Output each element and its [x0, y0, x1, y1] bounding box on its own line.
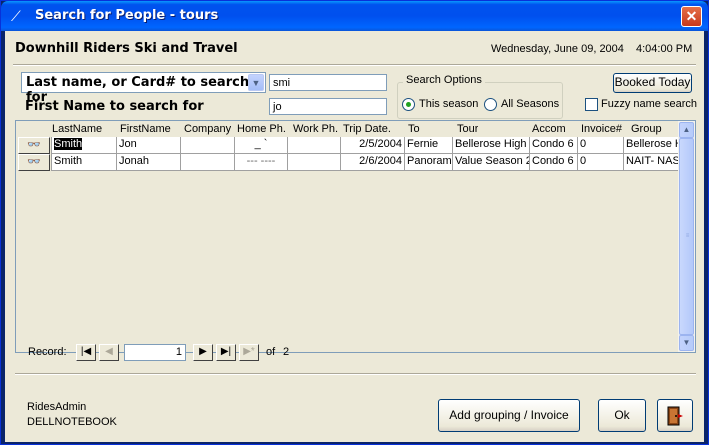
cell-tour[interactable]: Value Season 2 [453, 154, 530, 171]
header-divider [13, 64, 696, 66]
current-record-field[interactable]: 1 [124, 344, 186, 361]
col-header-home-phone[interactable]: Home Ph. [237, 123, 286, 135]
cell-tour[interactable]: Bellerose High S [453, 137, 530, 154]
record-of-label: of [266, 346, 276, 358]
fuzzy-search-label[interactable]: Fuzzy name search [601, 98, 697, 110]
col-header-group[interactable]: Group [631, 123, 662, 135]
cell-company[interactable] [181, 154, 235, 171]
glasses-icon: 👓 [27, 156, 41, 168]
exit-door-icon [667, 406, 683, 426]
col-header-work-phone[interactable]: Work Ph. [293, 123, 338, 135]
view-record-button[interactable]: 👓 [18, 154, 50, 171]
username: RidesAdmin [27, 401, 87, 413]
firstname-search-input[interactable]: jo [269, 98, 387, 115]
search-people-window: ⟋ Search for People - tours ✕ Downhill R… [0, 0, 709, 445]
all-seasons-radio[interactable] [484, 98, 497, 111]
col-header-firstname[interactable]: FirstName [120, 123, 171, 135]
col-header-company[interactable]: Company [184, 123, 231, 135]
record-label: Record: [28, 346, 67, 358]
cell-work-phone[interactable] [288, 137, 341, 154]
scroll-up-button[interactable]: ▲ [679, 122, 694, 138]
last-record-button[interactable]: ▶| [216, 344, 236, 361]
cell-home-phone[interactable]: --- ---- [235, 154, 288, 171]
vertical-scrollbar[interactable]: ▲ ≡ ▼ [678, 121, 695, 352]
company-name: Downhill Riders Ski and Travel [15, 41, 238, 56]
scroll-grip-icon: ≡ [685, 233, 690, 239]
add-grouping-invoice-button[interactable]: Add grouping / Invoice [438, 399, 580, 432]
current-date: Wednesday, June 09, 2004 [491, 43, 624, 55]
col-header-lastname[interactable]: LastName [52, 123, 102, 135]
cell-lastname[interactable]: Smith [51, 154, 117, 171]
session-info: RidesAdmin DELLNOTEBOOK [27, 400, 117, 430]
cell-work-phone[interactable] [288, 154, 341, 171]
footer-divider [15, 373, 696, 375]
fuzzy-search-checkbox[interactable] [585, 98, 598, 111]
cell-invoice[interactable]: 0 [578, 137, 624, 154]
record-total: 2 [283, 346, 290, 358]
cell-invoice[interactable]: 0 [578, 154, 624, 171]
cell-group[interactable]: Bellerose H [624, 137, 679, 154]
cell-accom[interactable]: Condo 6 [530, 154, 578, 171]
ok-button[interactable]: Ok [598, 399, 646, 432]
window-title: Search for People - tours [35, 8, 219, 23]
first-record-button[interactable]: |◀ [76, 344, 96, 361]
title-bar[interactable]: ⟋ Search for People - tours ✕ [1, 1, 708, 31]
cell-trip-date[interactable]: 2/5/2004 [341, 137, 405, 154]
next-record-icon: ▶ [199, 346, 207, 357]
new-record-button[interactable]: ▶* [239, 344, 259, 361]
col-header-tour[interactable]: Tour [457, 123, 478, 135]
results-grid: LastName FirstName Company Home Ph. Work… [15, 120, 696, 361]
this-season-label[interactable]: This season [419, 98, 478, 110]
first-record-icon: |◀ [80, 346, 92, 357]
last-record-icon: ▶| [220, 346, 232, 357]
cell-to[interactable]: Panorama [405, 154, 453, 171]
next-record-button[interactable]: ▶ [193, 344, 213, 361]
scroll-down-button[interactable]: ▼ [679, 335, 694, 351]
table-row[interactable]: 👓 Smith Jonah --- ---- 2/6/2004 Panorama… [16, 154, 679, 171]
cell-group[interactable]: NAIT- NAS [624, 154, 679, 171]
cell-accom[interactable]: Condo 6 [530, 137, 578, 154]
cell-to[interactable]: Fernie [405, 137, 453, 154]
grid-header: LastName FirstName Company Home Ph. Work… [16, 121, 679, 137]
previous-record-button[interactable]: ◀ [99, 344, 119, 361]
header-band: Downhill Riders Ski and Travel Wednesday… [15, 39, 696, 61]
view-record-button[interactable]: 👓 [18, 137, 50, 154]
col-header-accom[interactable]: Accom [532, 123, 566, 135]
cell-home-phone[interactable]: _ ` [235, 137, 288, 154]
ski-app-icon: ⟋ [11, 8, 21, 24]
table-row[interactable]: 👓 Smith Jon _ ` 2/5/2004 Fernie Belleros… [16, 137, 679, 154]
lastname-search-combo[interactable]: Last name, or Card# to search for ▼ [21, 72, 266, 105]
new-record-icon: ▶* [243, 346, 255, 357]
exit-button[interactable] [657, 399, 693, 432]
chevron-up-icon: ▲ [682, 125, 691, 134]
cell-company[interactable] [181, 137, 235, 154]
cell-lastname[interactable]: Smith [51, 137, 117, 154]
col-header-invoice[interactable]: Invoice# [581, 123, 622, 135]
current-time: 4:04:00 PM [636, 43, 693, 55]
radio-selected-dot [406, 102, 411, 107]
close-icon: ✕ [685, 8, 698, 24]
firstname-search-label: First Name to search for [25, 99, 204, 114]
scroll-thumb[interactable]: ≡ [679, 138, 694, 335]
cell-firstname[interactable]: Jonah [117, 154, 181, 171]
chevron-down-icon[interactable]: ▼ [248, 74, 264, 91]
search-options-label: Search Options [403, 74, 485, 86]
all-seasons-label[interactable]: All Seasons [501, 98, 559, 110]
selected-text: Smith [54, 138, 83, 150]
previous-record-icon: ◀ [105, 346, 113, 357]
close-button[interactable]: ✕ [681, 6, 702, 27]
cell-firstname[interactable]: Jon [117, 137, 181, 154]
cell-trip-date[interactable]: 2/6/2004 [341, 154, 405, 171]
col-header-to[interactable]: To [408, 123, 420, 135]
glasses-icon: 👓 [27, 139, 41, 151]
booked-today-button[interactable]: Booked Today [613, 73, 692, 93]
lastname-search-input[interactable]: smi [269, 74, 387, 91]
machine-name: DELLNOTEBOOK [27, 416, 117, 428]
this-season-radio[interactable] [402, 98, 415, 111]
chevron-down-icon: ▼ [682, 338, 691, 347]
client-area: Downhill Riders Ski and Travel Wednesday… [5, 31, 704, 442]
col-header-trip-date[interactable]: Trip Date. [343, 123, 391, 135]
